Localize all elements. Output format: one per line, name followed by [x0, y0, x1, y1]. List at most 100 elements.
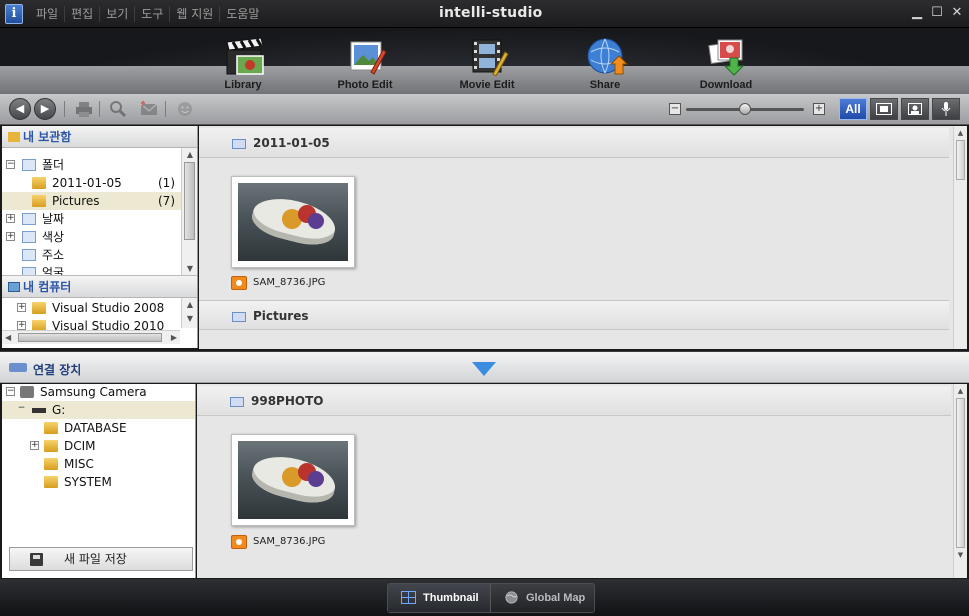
- content-scrollbar[interactable]: ▲: [953, 126, 967, 349]
- tree-item-color[interactable]: + 색상: [2, 228, 197, 246]
- menu-file[interactable]: 파일: [30, 6, 64, 22]
- forward-button[interactable]: ▶: [34, 98, 56, 120]
- app-info-icon[interactable]: i: [5, 4, 23, 24]
- close-button[interactable]: ✕: [949, 5, 965, 21]
- grid-icon: [401, 591, 416, 604]
- scroll-thumb[interactable]: [18, 333, 162, 342]
- group-header-998photo[interactable]: 998PHOTO: [197, 386, 951, 416]
- tree-item-visual-studio-2008[interactable]: + Visual Studio 2008: [2, 299, 197, 317]
- expander-expand[interactable]: +: [30, 441, 39, 450]
- filter-photo-button[interactable]: [901, 98, 929, 120]
- photo-edit-icon: [350, 41, 387, 75]
- file-label[interactable]: SAM_8736.JPG: [231, 535, 371, 551]
- minimize-button[interactable]: ▁: [909, 5, 925, 21]
- group-header-2011-01-05[interactable]: 2011-01-05: [199, 128, 949, 158]
- expander-collapse[interactable]: −: [6, 387, 15, 396]
- print-icon[interactable]: [75, 100, 93, 118]
- folder-icon: [44, 476, 58, 488]
- filter-all-button[interactable]: All: [839, 98, 867, 120]
- menu-tools[interactable]: 도구: [134, 6, 169, 22]
- scroll-right-arrow[interactable]: ▶: [171, 331, 177, 345]
- zoom-in-button[interactable]: +: [813, 103, 825, 115]
- device-bar: 연결 장치: [0, 351, 969, 383]
- photo-thumbnail[interactable]: [231, 434, 355, 526]
- scroll-up-arrow[interactable]: ▲: [954, 384, 967, 398]
- title-bar: i 파일 편집 보기 도구 웹 지원 도움말 intelli-studio ▁ …: [0, 0, 969, 28]
- zoom-slider-thumb[interactable]: [739, 103, 751, 115]
- boat-photo: [238, 183, 348, 261]
- scroll-thumb[interactable]: [956, 398, 965, 548]
- expander-collapse[interactable]: −: [6, 160, 15, 169]
- tree-item-date[interactable]: + 날짜: [2, 210, 197, 228]
- horizontal-scrollbar[interactable]: ◀ ▶: [2, 330, 180, 344]
- computer-panel-header[interactable]: 내 컴퓨터: [2, 276, 197, 298]
- toolbar-separator: [64, 101, 65, 117]
- save-new-files-button[interactable]: 새 파일 저장: [9, 547, 193, 571]
- menu-view[interactable]: 보기: [99, 6, 134, 22]
- photo-thumbnail[interactable]: [231, 176, 355, 268]
- tree-item-address[interactable]: 주소: [2, 246, 197, 264]
- drive-icon: [32, 408, 46, 413]
- item-count: (7): [158, 194, 175, 208]
- file-label[interactable]: SAM_8736.JPG: [231, 276, 371, 292]
- zoom-out-button[interactable]: −: [669, 103, 681, 115]
- scroll-left-arrow[interactable]: ◀: [5, 331, 11, 345]
- filter-audio-button[interactable]: [932, 98, 960, 120]
- scroll-up-arrow[interactable]: ▲: [182, 298, 197, 312]
- back-button[interactable]: ◀: [9, 98, 31, 120]
- balloon: [308, 213, 324, 229]
- tab-thumbnail[interactable]: Thumbnail: [388, 584, 491, 612]
- file-name: SAM_8736.JPG: [253, 277, 326, 288]
- filter-video-button[interactable]: [870, 98, 898, 120]
- device-tree-pane: − Samsung Camera − G: DATABASE + DCIM MI…: [2, 384, 196, 578]
- maximize-button[interactable]: ☐: [929, 5, 945, 21]
- tree-item-database[interactable]: DATABASE: [2, 419, 195, 437]
- tree-item-folders[interactable]: − 폴더: [2, 156, 197, 174]
- slideshow-search-icon[interactable]: [109, 100, 127, 118]
- tree-item-label: 2011-01-05: [52, 176, 122, 190]
- expander-expand[interactable]: +: [17, 303, 26, 312]
- tree-item-system[interactable]: SYSTEM: [2, 473, 195, 491]
- nav-library-label: Library: [224, 79, 262, 91]
- menu-web-support[interactable]: 웹 지원: [169, 6, 219, 22]
- tab-global-map[interactable]: Global Map: [491, 584, 594, 612]
- scroll-up-arrow[interactable]: ▲: [954, 126, 967, 140]
- scroll-down-arrow[interactable]: ▼: [954, 548, 967, 562]
- expander-expand[interactable]: +: [17, 321, 26, 330]
- app-title: intelli-studio: [439, 5, 543, 21]
- scroll-thumb[interactable]: [956, 140, 965, 180]
- tree-item-pictures[interactable]: Pictures (7): [2, 192, 197, 210]
- tree-item-face[interactable]: 얼굴: [2, 264, 197, 276]
- movie-edit-icon: [472, 39, 509, 76]
- left-navigation-pane: 내 보관함 − 폴더 2011-01-05 (1) Pictures (7) +…: [2, 126, 198, 348]
- toolbar-separator: [165, 101, 166, 117]
- expander-collapse[interactable]: −: [17, 404, 26, 414]
- collapse-panel-button[interactable]: [472, 362, 496, 376]
- tree-item-drive-g[interactable]: − G:: [2, 401, 195, 419]
- expander-expand[interactable]: +: [6, 214, 15, 223]
- folder-icon: [32, 302, 46, 314]
- tree-item-2011-01-05[interactable]: 2011-01-05 (1): [2, 174, 197, 192]
- scroll-up-arrow[interactable]: ▲: [182, 148, 197, 162]
- tree-item-label: 얼굴: [42, 266, 65, 276]
- monitor-icon: [8, 282, 20, 292]
- nav-download-label: Download: [699, 79, 753, 91]
- library-panel-header[interactable]: 내 보관함: [2, 126, 197, 148]
- camera-device-icon: [20, 386, 34, 398]
- face-icon[interactable]: [176, 100, 194, 118]
- scroll-thumb[interactable]: [184, 162, 195, 240]
- device-content-scrollbar[interactable]: ▲ ▼: [953, 384, 967, 578]
- expander-expand[interactable]: +: [6, 232, 15, 241]
- mail-icon[interactable]: [140, 100, 158, 118]
- menu-help[interactable]: 도움말: [219, 6, 265, 22]
- scroll-down-arrow[interactable]: ▼: [182, 262, 197, 275]
- scroll-down-arrow[interactable]: ▼: [182, 312, 197, 326]
- group-title: 998PHOTO: [251, 394, 324, 408]
- tree-item-misc[interactable]: MISC: [2, 455, 195, 473]
- group-header-pictures[interactable]: Pictures: [199, 300, 949, 330]
- library-scrollbar[interactable]: ▲ ▼: [181, 148, 197, 275]
- computer-scrollbar[interactable]: ▲ ▼: [181, 298, 197, 328]
- menu-edit[interactable]: 편집: [64, 6, 99, 22]
- tree-item-dcim[interactable]: + DCIM: [2, 437, 195, 455]
- tree-item-samsung-camera[interactable]: − Samsung Camera: [2, 383, 195, 401]
